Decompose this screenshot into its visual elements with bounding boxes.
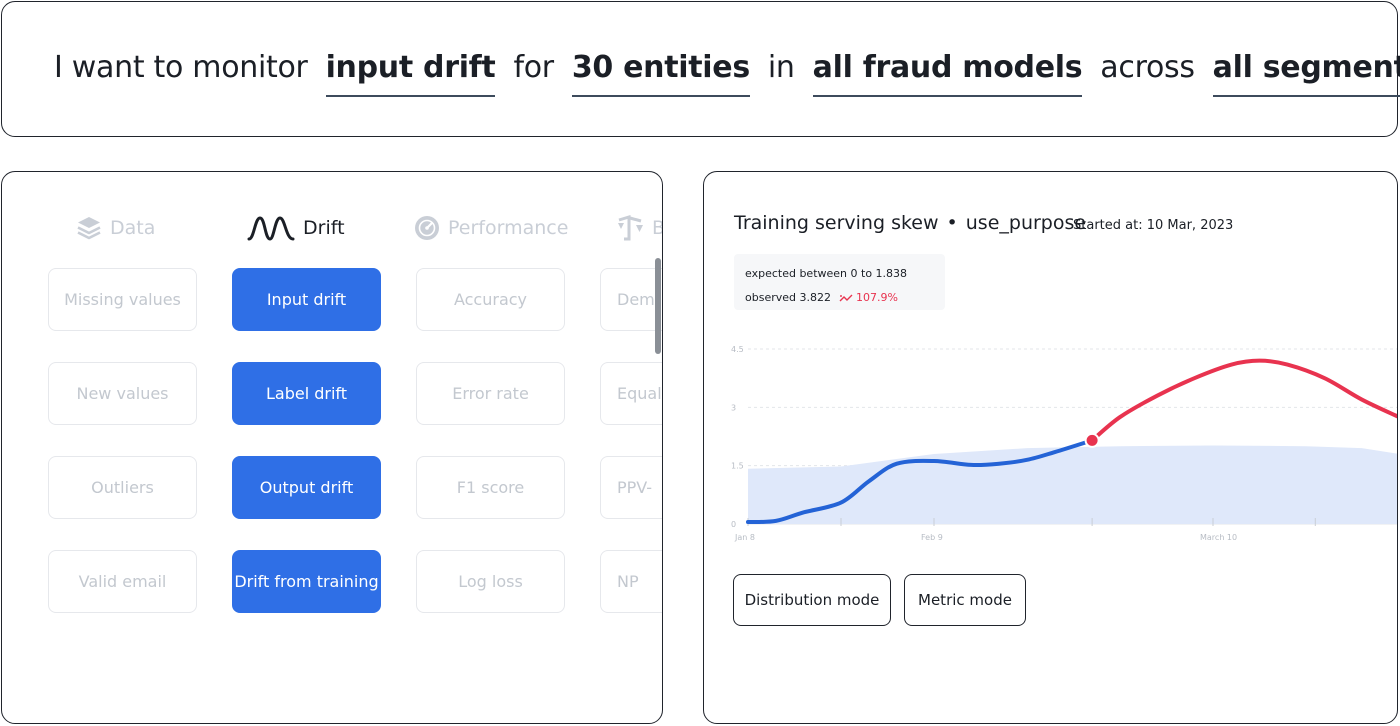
query-sentence: I want to monitor input drift for 30 ent… <box>54 48 1400 97</box>
metric-picker-panel: Data Drift Performance B Missing values … <box>1 171 663 724</box>
skew-chart-panel: Training serving skew • use_purpose Starte… <box>703 171 1398 724</box>
metric-log-loss[interactable]: Log loss <box>416 550 565 613</box>
tab-drift[interactable]: Drift <box>247 210 345 246</box>
metric-valid-email[interactable]: Valid email <box>48 550 197 613</box>
anomaly-start-marker <box>1084 432 1100 448</box>
expected-range-band <box>748 445 1397 524</box>
y-tick-label: 3 <box>731 403 736 412</box>
metric-type-selector[interactable]: input drift <box>325 48 496 97</box>
metric-label-drift[interactable]: Label drift <box>232 362 381 425</box>
x-tick-label: March 10 <box>1200 533 1237 542</box>
sentence-text: across <box>1100 50 1195 85</box>
model-scope-selector[interactable]: all fraud models <box>812 48 1083 97</box>
anomaly-series-line <box>1090 358 1397 443</box>
x-tick-label: Feb 9 <box>921 533 943 542</box>
tab-bias[interactable]: B <box>616 210 662 246</box>
segment-scope-selector[interactable]: all segments <box>1212 48 1400 97</box>
metric-error-rate[interactable]: Error rate <box>416 362 565 425</box>
metric-drift-from-training[interactable]: Drift from training <box>232 550 381 613</box>
gauge-icon <box>415 216 439 240</box>
metric-demographic[interactable]: Dem <box>600 268 662 331</box>
query-sentence-panel: I want to monitor input drift for 30 ent… <box>1 1 1400 137</box>
y-tick-label: 4.5 <box>731 345 744 354</box>
stack-icon <box>77 217 101 240</box>
y-tick-label: 0 <box>731 520 736 529</box>
tab-data-label: Data <box>110 217 156 239</box>
entity-count-selector[interactable]: 30 entities <box>571 48 750 97</box>
metric-outliers[interactable]: Outliers <box>48 456 197 519</box>
skew-line-chart: 0 1.5 3 4.5 Jan 8 Feb 9 March 10 <box>731 345 1397 542</box>
scale-icon <box>618 215 643 241</box>
metric-accuracy[interactable]: Accuracy <box>416 268 565 331</box>
metric-ppv[interactable]: PPV- <box>600 456 662 519</box>
vertical-scrollbar[interactable] <box>655 258 661 354</box>
x-tick-label: Jan 8 <box>734 533 755 542</box>
metric-output-drift[interactable]: Output drift <box>232 456 381 519</box>
metric-input-drift[interactable]: Input drift <box>232 268 381 331</box>
sentence-text: in <box>767 50 795 85</box>
metric-equal[interactable]: Equal <box>600 362 662 425</box>
tab-performance-label: Performance <box>448 217 569 239</box>
drift-wave-icon <box>247 216 295 241</box>
sentence-text: I want to monitor <box>54 50 308 85</box>
tab-drift-label: Drift <box>303 217 345 239</box>
tab-data[interactable]: Data <box>76 210 155 246</box>
tab-bias-label: B <box>652 217 662 239</box>
y-tick-label: 1.5 <box>731 462 744 471</box>
tab-performance[interactable]: Performance <box>414 210 568 246</box>
metric-np[interactable]: NP <box>600 550 662 613</box>
metric-missing-values[interactable]: Missing values <box>48 268 197 331</box>
distribution-mode-button[interactable]: Distribution mode <box>733 574 891 626</box>
sentence-text: for <box>513 50 554 85</box>
metric-f1-score[interactable]: F1 score <box>416 456 565 519</box>
metric-new-values[interactable]: New values <box>48 362 197 425</box>
metric-mode-button[interactable]: Metric mode <box>904 574 1026 626</box>
